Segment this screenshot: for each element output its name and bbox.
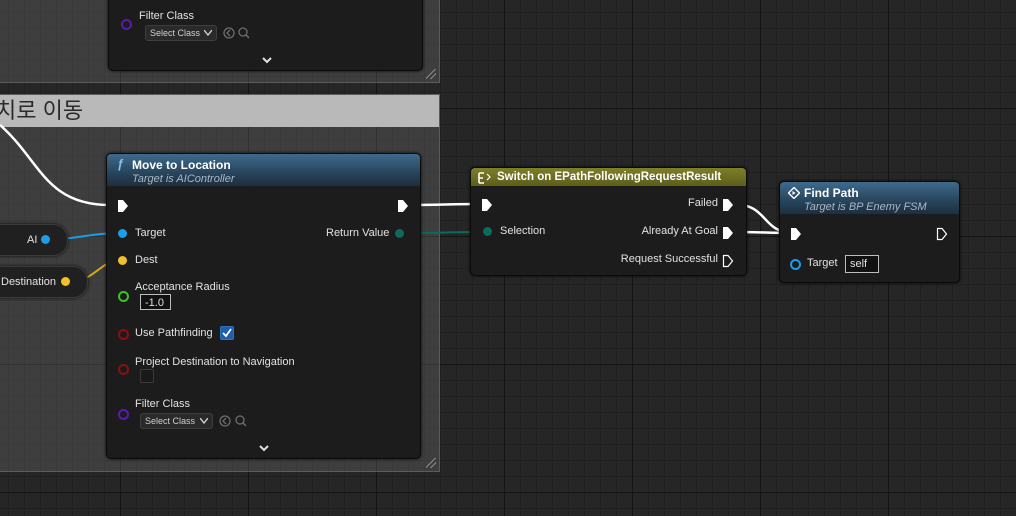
comment-top-resize-handle[interactable]	[426, 69, 436, 79]
ai-variable-label: AI	[27, 234, 38, 246]
filter-class-pin[interactable]	[118, 409, 129, 420]
move-to-location-title: Move to Location	[132, 158, 231, 172]
use-pathfinding-pin[interactable]	[118, 329, 129, 340]
select-class-label: Select Class	[145, 416, 196, 426]
target-pin[interactable]	[118, 229, 127, 238]
already-at-goal-exec-pin[interactable]	[722, 226, 734, 240]
destination-variable-label: Destination	[1, 276, 57, 288]
selection-pin[interactable]	[483, 227, 492, 236]
move-to-location-node[interactable]: ƒ Move to Location Target is AIControlle…	[106, 153, 421, 459]
ai-variable-node[interactable]: AI	[0, 224, 68, 256]
chevron-down-icon	[204, 30, 212, 36]
request-successful-label: Request Successful	[620, 253, 718, 265]
use-selected-icon[interactable]	[219, 415, 231, 427]
selection-label: Selection	[500, 225, 546, 237]
switch-node[interactable]: Switch on EPathFollowingRequestResult Se…	[470, 167, 747, 276]
find-path-target-input[interactable]: self	[845, 255, 879, 273]
destination-output-pin[interactable]	[61, 277, 70, 286]
switch-exec-in-pin[interactable]	[481, 198, 493, 212]
function-icon: ƒ	[117, 157, 124, 171]
comment-resize-handle[interactable]	[426, 458, 436, 468]
switch-title: Switch on EPathFollowingRequestResult	[497, 171, 722, 183]
select-class-dropdown-top[interactable]: Select Class	[145, 25, 217, 41]
find-path-title: Find Path	[804, 186, 859, 200]
filter-class-label: Filter Class	[135, 398, 191, 410]
comment-title[interactable]: 치로 이동	[0, 95, 439, 127]
event-diamond-icon	[788, 187, 800, 199]
acceptance-radius-input[interactable]: -1.0	[140, 294, 171, 310]
request-successful-exec-pin[interactable]	[722, 254, 734, 268]
ai-output-pin[interactable]	[41, 235, 50, 244]
target-label: Target	[135, 227, 166, 239]
return-value-pin[interactable]	[395, 229, 404, 238]
use-selected-icon[interactable]	[223, 27, 235, 39]
find-path-exec-out-pin[interactable]	[936, 227, 948, 241]
find-path-subtitle: Target is BP Enemy FSM	[804, 201, 927, 213]
find-path-target-pin[interactable]	[790, 259, 801, 270]
project-destination-pin[interactable]	[118, 364, 129, 375]
browse-search-icon[interactable]	[235, 415, 247, 427]
expand-chevron-icon-top[interactable]	[262, 57, 272, 64]
exec-in-pin[interactable]	[117, 199, 129, 213]
already-at-goal-label: Already At Goal	[641, 225, 718, 237]
acceptance-radius-label: Acceptance Radius	[135, 281, 230, 293]
failed-label: Failed	[688, 197, 718, 209]
switch-icon	[478, 172, 491, 184]
acceptance-radius-pin[interactable]	[118, 291, 129, 302]
find-path-target-label: Target	[807, 257, 838, 269]
exec-out-pin[interactable]	[397, 199, 409, 213]
top-node[interactable]: Filter Class Select Class	[108, 0, 423, 71]
find-path-exec-in-pin[interactable]	[790, 227, 802, 241]
failed-exec-pin[interactable]	[722, 198, 734, 212]
chevron-down-icon	[200, 418, 208, 424]
use-pathfinding-checkbox[interactable]	[220, 326, 234, 340]
use-pathfinding-label: Use Pathfinding	[135, 327, 213, 339]
checkmark-icon	[222, 328, 232, 338]
return-value-label: Return Value	[326, 227, 390, 239]
destination-variable-node[interactable]: Destination	[0, 266, 88, 298]
project-destination-checkbox[interactable]	[140, 369, 154, 383]
find-path-node[interactable]: Find Path Target is BP Enemy FSM Target …	[779, 181, 960, 283]
move-to-location-subtitle: Target is AIController	[132, 173, 235, 185]
select-class-dropdown[interactable]: Select Class	[140, 413, 213, 429]
dest-label: Dest	[135, 254, 158, 266]
filter-class-label-top: Filter Class	[139, 10, 195, 22]
expand-chevron-icon[interactable]	[259, 445, 269, 452]
dest-pin[interactable]	[118, 256, 127, 265]
select-class-label-top: Select Class	[150, 28, 201, 38]
filter-class-pin-top[interactable]	[121, 19, 132, 30]
browse-search-icon[interactable]	[238, 27, 250, 39]
project-destination-label: Project Destination to Navigation	[135, 356, 295, 368]
